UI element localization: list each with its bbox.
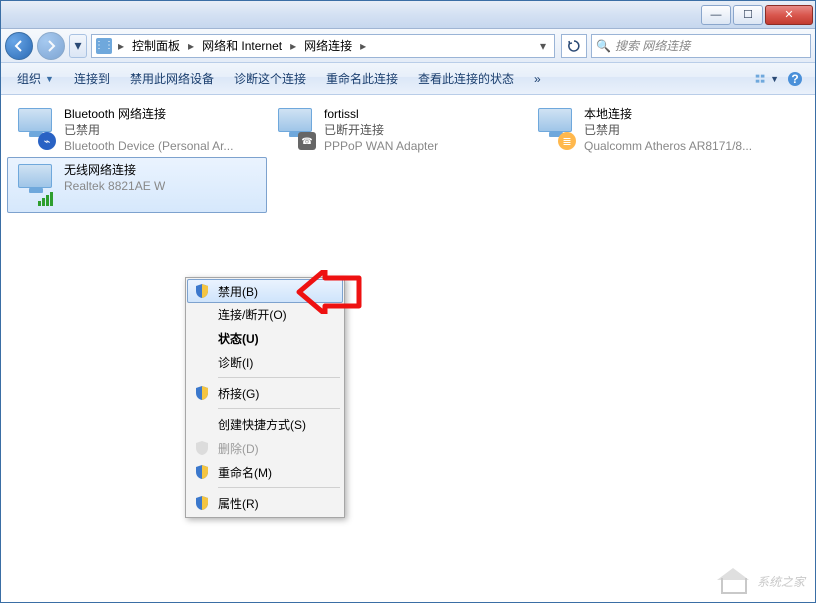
refresh-button[interactable] xyxy=(561,34,587,58)
svg-text:?: ? xyxy=(791,72,798,86)
connection-status: 已禁用 xyxy=(584,122,752,138)
connection-icon: ≣ xyxy=(534,106,578,150)
ctx-disable[interactable]: 禁用(B) xyxy=(187,279,343,303)
ctx-status[interactable]: 状态(U) xyxy=(188,326,342,350)
breadcrumb-item[interactable]: 控制面板 xyxy=(130,37,182,54)
help-icon: ? xyxy=(787,71,803,87)
ctx-delete: 删除(D) xyxy=(188,436,342,460)
search-placeholder: 搜索 网络连接 xyxy=(615,37,690,54)
separator xyxy=(218,377,340,378)
organize-menu[interactable]: 组织▼ xyxy=(9,66,62,91)
content-area[interactable]: ⌁ Bluetooth 网络连接 已禁用 Bluetooth Device (P… xyxy=(1,95,815,602)
connection-name: fortissl xyxy=(324,106,438,122)
arrow-right-icon xyxy=(44,39,58,53)
breadcrumb-item[interactable]: 网络连接 xyxy=(302,37,354,54)
watermark: 系统之家 xyxy=(715,568,805,594)
connection-name: Bluetooth 网络连接 xyxy=(64,106,233,122)
connection-icon: ⌁ xyxy=(14,106,58,150)
chevron-right-icon: ▸ xyxy=(286,39,300,53)
chevron-right-icon: ▸ xyxy=(356,39,370,53)
chevron-right-icon: ▸ xyxy=(114,39,128,53)
ctx-create-shortcut[interactable]: 创建快捷方式(S) xyxy=(188,412,342,436)
ctx-rename[interactable]: 重命名(M) xyxy=(188,460,342,484)
network-location-icon: ⋮⋮ xyxy=(96,38,112,54)
disable-device-button[interactable]: 禁用此网络设备 xyxy=(122,66,222,91)
view-status-button[interactable]: 查看此连接的状态 xyxy=(410,66,522,91)
chevron-down-icon: ▼ xyxy=(45,74,54,84)
rename-button[interactable]: 重命名此连接 xyxy=(318,66,406,91)
toolbar: 组织▼ 连接到 禁用此网络设备 诊断这个连接 重命名此连接 查看此连接的状态 »… xyxy=(1,63,815,95)
breadcrumb[interactable]: ⋮⋮ ▸ 控制面板 ▸ 网络和 Internet ▸ 网络连接 ▸ ▾ xyxy=(91,34,555,58)
ctx-diagnose[interactable]: 诊断(I) xyxy=(188,350,342,374)
help-button[interactable]: ? xyxy=(783,67,807,91)
minimize-button[interactable]: — xyxy=(701,5,731,25)
shield-icon xyxy=(194,440,210,456)
breadcrumb-item[interactable]: 网络和 Internet xyxy=(200,37,284,54)
view-options-button[interactable]: ▼ xyxy=(755,67,779,91)
connection-device: Realtek 8821AE W xyxy=(64,178,165,194)
diagnose-button[interactable]: 诊断这个连接 xyxy=(226,66,314,91)
connection-device: PPPoP WAN Adapter xyxy=(324,138,438,154)
recent-locations-button[interactable]: ▾ xyxy=(69,34,87,58)
search-icon: 🔍 xyxy=(596,39,611,53)
separator xyxy=(218,487,340,488)
connection-item-bluetooth[interactable]: ⌁ Bluetooth 网络连接 已禁用 Bluetooth Device (P… xyxy=(7,101,267,157)
separator xyxy=(218,408,340,409)
connection-name: 本地连接 xyxy=(584,106,752,122)
dropdown-icon[interactable]: ▾ xyxy=(536,39,550,53)
modem-icon: ☎ xyxy=(298,132,316,150)
connection-name: 无线网络连接 xyxy=(64,162,165,178)
chevron-down-icon: ▼ xyxy=(770,74,779,84)
context-menu: 禁用(B) 连接/断开(O) 状态(U) 诊断(I) 桥接(G) 创建快捷方式(… xyxy=(185,277,345,518)
connection-device: Qualcomm Atheros AR8171/8... xyxy=(584,138,752,154)
bluetooth-icon: ⌁ xyxy=(38,132,56,150)
close-button[interactable]: ✕ xyxy=(765,5,813,25)
shield-icon xyxy=(194,464,210,480)
chevron-right-icon: ▸ xyxy=(184,39,198,53)
ethernet-icon: ≣ xyxy=(558,132,576,150)
connection-item-fortissl[interactable]: ☎ fortissl 已断开连接 PPPoP WAN Adapter xyxy=(267,101,527,157)
search-input[interactable]: 🔍 搜索 网络连接 xyxy=(591,34,811,58)
maximize-button[interactable]: ☐ xyxy=(733,5,763,25)
shield-icon xyxy=(194,385,210,401)
wifi-signal-icon xyxy=(38,188,56,206)
ctx-bridge[interactable]: 桥接(G) xyxy=(188,381,342,405)
shield-icon xyxy=(194,495,210,511)
connection-item-wireless[interactable]: 无线网络连接 Realtek 8821AE W xyxy=(7,157,267,213)
more-button[interactable]: » xyxy=(526,68,549,90)
explorer-window: — ☐ ✕ ▾ ⋮⋮ ▸ 控制面板 ▸ 网络和 Internet ▸ 网络连接 … xyxy=(0,0,816,603)
connection-status: 已断开连接 xyxy=(324,122,438,138)
arrow-left-icon xyxy=(12,39,26,53)
refresh-icon xyxy=(567,39,581,53)
titlebar: — ☐ ✕ xyxy=(1,1,815,29)
connection-icon: ☎ xyxy=(274,106,318,150)
forward-button[interactable] xyxy=(37,32,65,60)
ctx-properties[interactable]: 属性(R) xyxy=(188,491,342,515)
connection-device: Bluetooth Device (Personal Ar... xyxy=(64,138,233,154)
view-icon xyxy=(755,71,768,87)
shield-icon xyxy=(194,283,210,299)
connection-icon xyxy=(14,162,58,206)
connection-status: 已禁用 xyxy=(64,122,233,138)
house-icon xyxy=(715,568,751,594)
connection-item-local[interactable]: ≣ 本地连接 已禁用 Qualcomm Atheros AR8171/8... xyxy=(527,101,787,157)
navigation-bar: ▾ ⋮⋮ ▸ 控制面板 ▸ 网络和 Internet ▸ 网络连接 ▸ ▾ 🔍 … xyxy=(1,29,815,63)
back-button[interactable] xyxy=(5,32,33,60)
ctx-connect-disconnect[interactable]: 连接/断开(O) xyxy=(188,302,342,326)
connect-to-button[interactable]: 连接到 xyxy=(66,66,118,91)
